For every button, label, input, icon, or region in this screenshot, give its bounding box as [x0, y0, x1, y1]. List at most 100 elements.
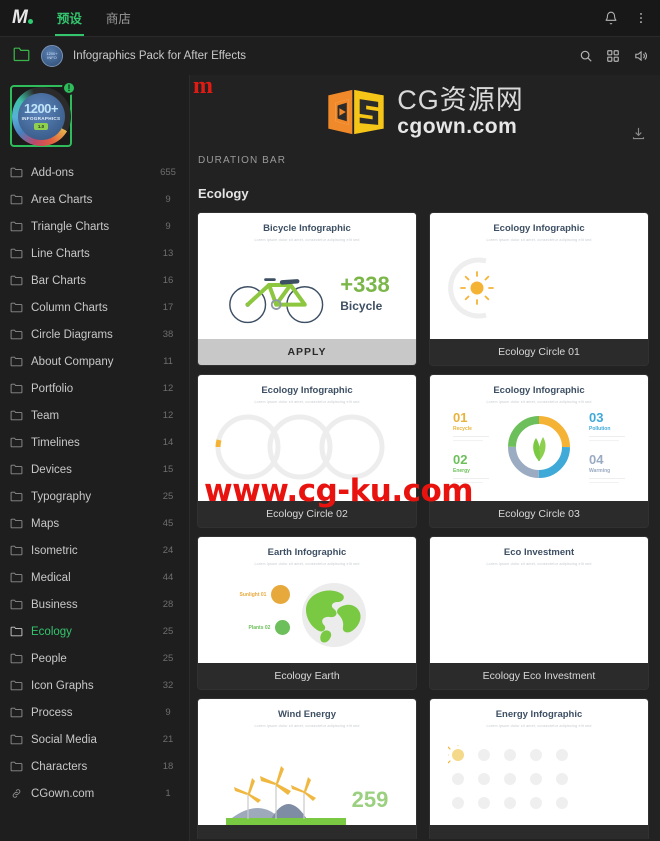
- sidebar-item-label: Process: [31, 706, 73, 719]
- folder-icon: [10, 194, 23, 205]
- sidebar-item-line-charts[interactable]: Line Charts 13: [0, 240, 189, 267]
- sidebar-item-column-charts[interactable]: Column Charts 17: [0, 294, 189, 321]
- donut-legend-item: 04 Warming: [589, 453, 625, 483]
- sidebar-item-triangle-charts[interactable]: Triangle Charts 9: [0, 213, 189, 240]
- sidebar-item-ecology[interactable]: Ecology 25: [0, 618, 189, 645]
- sidebar-item-typography[interactable]: Typography 25: [0, 483, 189, 510]
- sidebar-item-count: 14: [162, 437, 174, 448]
- sidebar-item-cgown-com[interactable]: CGown.com 1: [0, 780, 189, 807]
- pack-thumbnail: 1200+ INFO: [41, 45, 63, 67]
- tab-presets[interactable]: 预设: [54, 0, 84, 36]
- sidebar-item-label: Bar Charts: [31, 274, 86, 287]
- preset-card[interactable]: Energy Infographic Lorem ipsum dolor sit …: [430, 699, 648, 839]
- wind-illustration: 259: [198, 733, 416, 825]
- sidebar-item-maps[interactable]: Maps 45: [0, 510, 189, 537]
- donut-chart: [508, 416, 570, 478]
- sidebar-item-label: Ecology: [31, 625, 72, 638]
- donut-legend-name: Warming: [589, 468, 611, 474]
- sidebar-item-circle-diagrams[interactable]: Circle Diagrams 38: [0, 321, 189, 348]
- tab-presets-label: 预设: [56, 11, 82, 26]
- preset-art-title: Energy Infographic: [495, 709, 583, 720]
- section-title: Ecology: [198, 186, 249, 201]
- preset-card[interactable]: Eco Investment Lorem ipsum dolor sit amet…: [430, 537, 648, 689]
- pack-update-badge[interactable]: !: [62, 81, 76, 95]
- sidebar-item-count: 24: [162, 545, 174, 556]
- sidebar-item-team[interactable]: Team 12: [0, 402, 189, 429]
- preset-art-subtitle: Lorem ipsum dolor sit amet, consectetur …: [254, 724, 360, 728]
- preset-card[interactable]: Wind Energy Lorem ipsum dolor sit amet, c…: [198, 699, 416, 839]
- preset-card-art: Energy Infographic Lorem ipsum dolor sit …: [430, 699, 648, 825]
- sidebar-item-label: Add-ons: [31, 166, 74, 179]
- app-logo-dot: [27, 19, 33, 24]
- download-icon[interactable]: [631, 126, 646, 146]
- grid-view-icon[interactable]: [606, 49, 620, 63]
- preset-grid: Bicycle Infographic Lorem ipsum dolor sit…: [190, 201, 660, 839]
- main-content: CG资源网 cgown.com DURATION BAR Ecology Bic…: [190, 75, 660, 841]
- tab-store[interactable]: 商店: [104, 0, 133, 36]
- sidebar-item-count: 16: [162, 275, 174, 286]
- preset-card-label: Ecology Eco Investment: [430, 663, 648, 689]
- sidebar-item-process[interactable]: Process 9: [0, 699, 189, 726]
- preset-card-label: Ecology Circle 01: [430, 339, 648, 365]
- sidebar-item-label: Social Media: [31, 733, 97, 746]
- sidebar-item-count: 38: [162, 329, 174, 340]
- sidebar-item-social-media[interactable]: Social Media 21: [0, 726, 189, 753]
- sidebar-item-business[interactable]: Business 28: [0, 591, 189, 618]
- bell-icon[interactable]: [604, 11, 618, 25]
- breadcrumb: 1200+ INFO Infographics Pack for After Ef…: [0, 37, 660, 75]
- sidebar-item-portfolio[interactable]: Portfolio 12: [0, 375, 189, 402]
- sidebar-item-label: Team: [31, 409, 60, 422]
- sidebar-item-about-company[interactable]: About Company 11: [0, 348, 189, 375]
- preset-card-label: Ecology Circle 02: [198, 501, 416, 527]
- link-icon: [10, 788, 23, 799]
- folder-icon[interactable]: [12, 46, 31, 67]
- preset-art-subtitle: Lorem ipsum dolor sit amet, consectetur …: [486, 724, 592, 728]
- kebab-menu-icon[interactable]: [634, 11, 648, 25]
- preset-card-art: Bicycle Infographic Lorem ipsum dolor sit…: [198, 213, 416, 339]
- preset-card[interactable]: Ecology Infographic Lorem ipsum dolor sit…: [430, 213, 648, 365]
- preset-card[interactable]: Earth Infographic Lorem ipsum dolor sit a…: [198, 537, 416, 689]
- top-bar-actions: [604, 11, 648, 25]
- preset-art-subtitle: Lorem ipsum dolor sit amet, consectetur …: [486, 238, 592, 242]
- folder-icon: [10, 734, 23, 745]
- sidebar-item-add-ons[interactable]: Add-ons 655: [0, 159, 189, 186]
- app-logo-letter: M: [12, 7, 28, 28]
- preset-card-label: Ecology Earth: [198, 663, 416, 689]
- app-logo[interactable]: M: [12, 7, 33, 29]
- preset-card[interactable]: Ecology Infographic Lorem ipsum dolor sit…: [198, 375, 416, 527]
- sidebar-item-label: Icon Graphs: [31, 679, 94, 692]
- search-icon[interactable]: [579, 49, 593, 63]
- sidebar-item-icon-graphs[interactable]: Icon Graphs 32: [0, 672, 189, 699]
- folder-icon: [10, 275, 23, 286]
- apply-button[interactable]: APPLY: [198, 339, 416, 365]
- sidebar-item-label: Circle Diagrams: [31, 328, 113, 341]
- preset-card-art: Ecology Infographic Lorem ipsum dolor sit…: [430, 213, 648, 339]
- folder-icon: [10, 329, 23, 340]
- sidebar-item-count: 32: [162, 680, 174, 691]
- preset-art-subtitle: Lorem ipsum dolor sit amet, consectetur …: [254, 238, 360, 242]
- folder-icon: [10, 491, 23, 502]
- sidebar-item-count: 18: [162, 761, 174, 772]
- sidebar-item-characters[interactable]: Characters 18: [0, 753, 189, 780]
- folder-icon: [10, 761, 23, 772]
- preset-card[interactable]: Ecology Infographic Lorem ipsum dolor sit…: [430, 375, 648, 527]
- folder-icon: [10, 221, 23, 232]
- sidebar-item-timelines[interactable]: Timelines 14: [0, 429, 189, 456]
- folder-icon: [10, 518, 23, 529]
- sidebar: 1200+ INFOGRAPHICS 1.0 ! Add-ons 655 Area …: [0, 75, 190, 841]
- sidebar-item-people[interactable]: People 25: [0, 645, 189, 672]
- pack-hero[interactable]: 1200+ INFOGRAPHICS 1.0 !: [0, 75, 189, 159]
- sidebar-item-isometric[interactable]: Isometric 24: [0, 537, 189, 564]
- earth-legend-label: Sunlight 01: [239, 591, 267, 598]
- sidebar-item-medical[interactable]: Medical 44: [0, 564, 189, 591]
- bicycle-stat: +338 Bicycle: [340, 273, 390, 313]
- preset-card[interactable]: Bicycle Infographic Lorem ipsum dolor sit…: [198, 213, 416, 365]
- sidebar-item-devices[interactable]: Devices 15: [0, 456, 189, 483]
- sidebar-item-label: Characters: [31, 760, 88, 773]
- folder-icon: [10, 707, 23, 718]
- sidebar-item-label: Triangle Charts: [31, 220, 110, 233]
- sidebar-item-bar-charts[interactable]: Bar Charts 16: [0, 267, 189, 294]
- sidebar-item-area-charts[interactable]: Area Charts 9: [0, 186, 189, 213]
- sound-icon[interactable]: [633, 49, 648, 63]
- pack-hero-inner: 1200+ INFOGRAPHICS 1.0: [17, 92, 65, 140]
